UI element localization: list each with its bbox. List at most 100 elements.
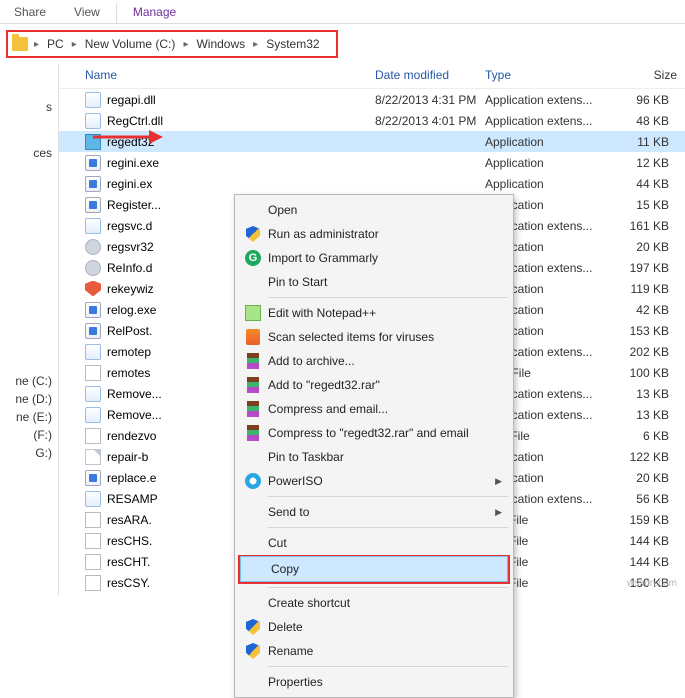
file-name: remotes — [107, 366, 150, 380]
nav-item[interactable]: ne (D:) — [0, 390, 58, 408]
col-type[interactable]: Type — [485, 68, 615, 82]
notepad-icon — [245, 305, 261, 321]
nav-item[interactable]: ne (E:) — [0, 408, 58, 426]
ctx-run-as-admin[interactable]: Run as administrator — [238, 222, 510, 246]
file-name: Remove... — [107, 408, 162, 422]
file-name: resCHT. — [107, 555, 150, 569]
chevron-icon[interactable]: ▸ — [70, 39, 79, 50]
file-name: regini.exe — [107, 156, 159, 170]
col-date[interactable]: Date modified — [375, 68, 485, 82]
file-name: resCSY. — [107, 576, 150, 590]
file-name: repair-b — [107, 450, 148, 464]
rar-icon — [247, 401, 259, 417]
ctx-copy[interactable]: Copy — [240, 556, 508, 582]
rar-icon — [247, 377, 259, 393]
annotation-arrow — [93, 128, 163, 146]
ctx-notepad[interactable]: Edit with Notepad++ — [238, 301, 510, 325]
col-size[interactable]: Size — [615, 68, 685, 82]
column-headers[interactable]: Name Date modified Type Size — [59, 64, 685, 89]
file-size: 12 KB — [615, 156, 685, 170]
file-icon — [85, 344, 101, 360]
file-name: ReInfo.d — [107, 261, 152, 275]
nav-item[interactable]: s — [0, 98, 58, 116]
ctx-create-shortcut[interactable]: Create shortcut — [238, 591, 510, 615]
nav-pane[interactable]: s ces ne (C:) ne (D:) ne (E:) (F:) G:) — [0, 64, 59, 595]
file-icon — [85, 575, 101, 591]
ctx-open[interactable]: Open — [238, 198, 510, 222]
ctx-grammarly[interactable]: GImport to Grammarly — [238, 246, 510, 270]
file-icon — [85, 386, 101, 402]
file-size: 119 KB — [615, 282, 685, 296]
chevron-icon[interactable]: ▸ — [32, 39, 41, 50]
file-icon — [85, 512, 101, 528]
ctx-compress-email[interactable]: Compress and email... — [238, 397, 510, 421]
file-icon — [85, 554, 101, 570]
file-date: 8/22/2013 4:01 PM — [375, 114, 485, 128]
antivirus-icon — [246, 329, 260, 345]
file-icon — [85, 113, 101, 129]
file-size: 20 KB — [615, 240, 685, 254]
crumb-pc[interactable]: PC — [41, 37, 70, 51]
file-name: relog.exe — [107, 303, 156, 317]
file-icon — [85, 260, 101, 276]
file-row[interactable]: regapi.dll8/22/2013 4:31 PMApplication e… — [59, 89, 685, 110]
ctx-properties[interactable]: Properties — [238, 670, 510, 694]
file-date: 8/22/2013 4:31 PM — [375, 93, 485, 107]
crumb-system32[interactable]: System32 — [260, 37, 325, 51]
col-name[interactable]: Name — [85, 68, 375, 82]
file-size: 13 KB — [615, 387, 685, 401]
file-size: 159 KB — [615, 513, 685, 527]
chevron-icon[interactable]: ▸ — [181, 39, 190, 50]
file-size: 202 KB — [615, 345, 685, 359]
file-type: Application — [485, 177, 615, 191]
nav-item[interactable]: ne (C:) — [0, 372, 58, 390]
file-icon — [85, 92, 101, 108]
file-icon — [85, 218, 101, 234]
file-icon — [85, 365, 101, 381]
file-row[interactable]: regini.ex Application44 KB — [59, 173, 685, 194]
file-name: regsvc.d — [107, 219, 152, 233]
ctx-scan[interactable]: Scan selected items for viruses — [238, 325, 510, 349]
file-icon — [85, 281, 101, 297]
nav-item[interactable]: G:) — [0, 444, 58, 462]
nav-item[interactable]: ces — [0, 144, 58, 162]
file-size: 161 KB — [615, 219, 685, 233]
poweriso-icon — [245, 473, 261, 489]
file-type: Application — [485, 156, 615, 170]
file-list: Name Date modified Type Size regapi.dll 8… — [59, 64, 685, 595]
file-icon — [85, 491, 101, 507]
file-name: regapi.dll — [107, 93, 156, 107]
ctx-pin-taskbar[interactable]: Pin to Taskbar — [238, 445, 510, 469]
ctx-send-to[interactable]: Send to — [238, 500, 510, 524]
ctx-pin-start[interactable]: Pin to Start — [238, 270, 510, 294]
file-icon — [85, 239, 101, 255]
crumb-windows[interactable]: Windows — [190, 37, 251, 51]
crumb-volume[interactable]: New Volume (C:) — [79, 37, 182, 51]
ctx-rename[interactable]: Rename — [238, 639, 510, 663]
file-name: rendezvo — [107, 429, 156, 443]
ctx-poweriso[interactable]: PowerISO — [238, 469, 510, 493]
tab-view[interactable]: View — [60, 1, 114, 23]
rar-icon — [247, 353, 259, 369]
shield-icon — [246, 643, 260, 659]
tab-manage[interactable]: Manage — [119, 1, 190, 23]
file-name: regini.ex — [107, 177, 152, 191]
shield-icon — [246, 619, 260, 635]
file-row[interactable]: regini.exe Application12 KB — [59, 152, 685, 173]
file-icon — [85, 197, 101, 213]
chevron-icon[interactable]: ▸ — [251, 39, 260, 50]
nav-item[interactable]: (F:) — [0, 426, 58, 444]
ctx-cut[interactable]: Cut — [238, 531, 510, 555]
file-name: RegCtrl.dll — [107, 114, 163, 128]
file-size: 153 KB — [615, 324, 685, 338]
file-size: 96 KB — [615, 93, 685, 107]
file-size: 44 KB — [615, 177, 685, 191]
ctx-add-rar[interactable]: Add to "regedt32.rar" — [238, 373, 510, 397]
ctx-compress-rar-email[interactable]: Compress to "regedt32.rar" and email — [238, 421, 510, 445]
file-size: 122 KB — [615, 450, 685, 464]
address-bar[interactable]: ▸ PC ▸ New Volume (C:) ▸ Windows ▸ Syste… — [6, 30, 338, 58]
tab-share[interactable]: Share — [0, 1, 60, 23]
file-name: resARA. — [107, 513, 152, 527]
ctx-delete[interactable]: Delete — [238, 615, 510, 639]
ctx-add-archive[interactable]: Add to archive... — [238, 349, 510, 373]
